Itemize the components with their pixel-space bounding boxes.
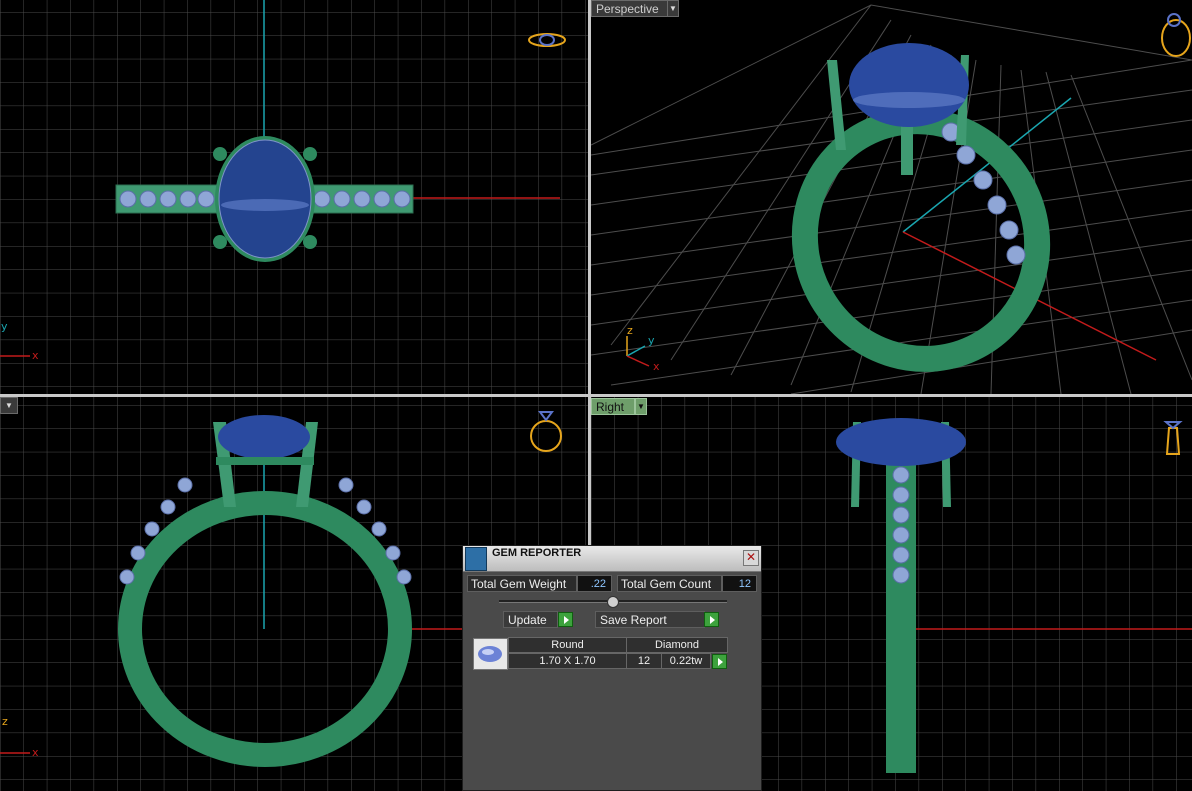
total-gem-weight-label: Total Gem Weight (467, 575, 577, 592)
gem-shape-cell: Round (508, 637, 627, 653)
viewport-perspective-dropdown[interactable]: ▼ (667, 0, 679, 17)
axis-x-label: x (32, 746, 39, 759)
gem-reporter-panel[interactable]: GEM REPORTER ✕ Total Gem Weight .22 Tota… (462, 545, 762, 791)
axis-z-label: z (627, 324, 633, 337)
viewport-front-dropdown[interactable]: ▼ (0, 397, 18, 414)
ring-orientation-icon-perspective (1161, 13, 1191, 57)
perspective-grid (591, 4, 1192, 394)
viewport-top[interactable]: y x (0, 0, 588, 394)
gem-material-cell: Diamond (626, 637, 728, 653)
gem-reporter-app-icon (465, 547, 487, 571)
report-slider-handle[interactable] (607, 596, 619, 608)
gem-count-cell: 12 (626, 653, 662, 669)
axis-y-label: y (648, 334, 655, 347)
total-gem-count-label: Total Gem Count (617, 575, 722, 592)
save-report-button[interactable]: Save Report (595, 611, 705, 628)
gem-reporter-title: GEM REPORTER (492, 547, 582, 559)
viewport-right-dropdown[interactable]: ▼ (635, 398, 647, 415)
gem-reporter-titlebar[interactable]: GEM REPORTER ✕ (463, 546, 761, 572)
update-go-icon[interactable] (558, 612, 573, 627)
gem-row-go-icon[interactable] (712, 654, 727, 669)
gem-size-cell: 1.70 X 1.70 (508, 653, 627, 669)
axis-y-label: y (1, 320, 8, 333)
total-gem-weight-value: .22 (577, 575, 612, 592)
gem-thumbnail-icon (473, 638, 508, 670)
viewport-perspective-label[interactable]: Perspective (591, 0, 668, 17)
top-view-grid (0, 0, 588, 394)
viewport-divider-horizontal[interactable] (0, 394, 1192, 397)
gem-weight-cell: 0.22tw (661, 653, 711, 669)
total-gem-count-value: 12 (722, 575, 757, 592)
axis-x-label: x (32, 349, 39, 362)
axis-z-label: z (2, 715, 8, 728)
viewport-perspective[interactable]: Perspective ▼ z y x (591, 0, 1192, 394)
axis-x-label: x (653, 360, 660, 373)
viewport-right-label[interactable]: Right (591, 398, 635, 415)
save-report-go-icon[interactable] (704, 612, 719, 627)
update-button[interactable]: Update (503, 611, 558, 628)
close-icon[interactable]: ✕ (743, 550, 759, 566)
